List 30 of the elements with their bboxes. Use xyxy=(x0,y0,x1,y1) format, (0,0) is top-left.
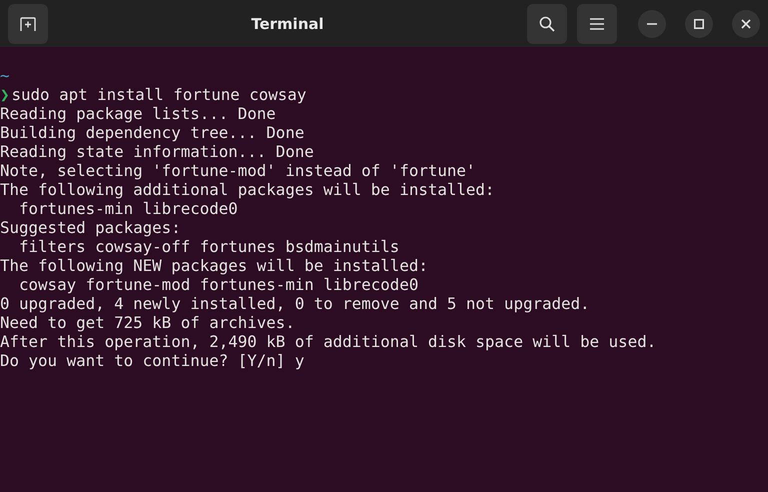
close-button[interactable] xyxy=(732,10,760,38)
output-line: Suggested packages: xyxy=(0,218,181,237)
window-title: Terminal xyxy=(250,14,325,32)
output-line: cowsay fortune-mod fortunes-min librecode0 xyxy=(18,275,418,294)
output-line: Reading package lists... Done xyxy=(0,104,276,123)
minimize-icon xyxy=(647,22,657,24)
new-tab-icon xyxy=(20,16,36,30)
search-button[interactable] xyxy=(527,4,567,44)
output-line: Do you want to continue? [Y/n] y xyxy=(0,351,304,370)
output-line: After this operation, 2,490 kB of additional disk space will be used. xyxy=(0,332,656,351)
command-text: sudo apt install fortune cowsay xyxy=(12,85,306,104)
output-line: fortunes-min librecode0 xyxy=(18,199,238,218)
output-line: Reading state information... Done xyxy=(0,142,314,161)
minimize-button[interactable] xyxy=(638,10,666,38)
output-line: Need to get 725 kB of archives. xyxy=(0,313,295,332)
menu-icon xyxy=(590,18,604,30)
directory-path: ~ xyxy=(0,66,10,85)
maximize-button[interactable] xyxy=(685,10,713,38)
output-line: filters cowsay-off fortunes bsdmainutils xyxy=(18,237,400,256)
new-tab-button[interactable] xyxy=(8,4,48,44)
close-icon xyxy=(741,18,751,28)
maximize-icon xyxy=(694,18,704,28)
prompt-symbol: ❯ xyxy=(0,85,10,104)
output-line: Building dependency tree... Done xyxy=(0,123,304,142)
output-line: 0 upgraded, 4 newly installed, 0 to remove and 5 not upgraded. xyxy=(0,294,590,313)
output-line: The following NEW packages will be installed: xyxy=(0,256,428,275)
search-icon xyxy=(539,16,555,32)
output-line: Note, selecting 'fortune-mod' instead of 'fortune' xyxy=(0,161,476,180)
output-line: The following additional packages will be installed: xyxy=(0,180,495,199)
menu-button[interactable] xyxy=(577,4,617,44)
